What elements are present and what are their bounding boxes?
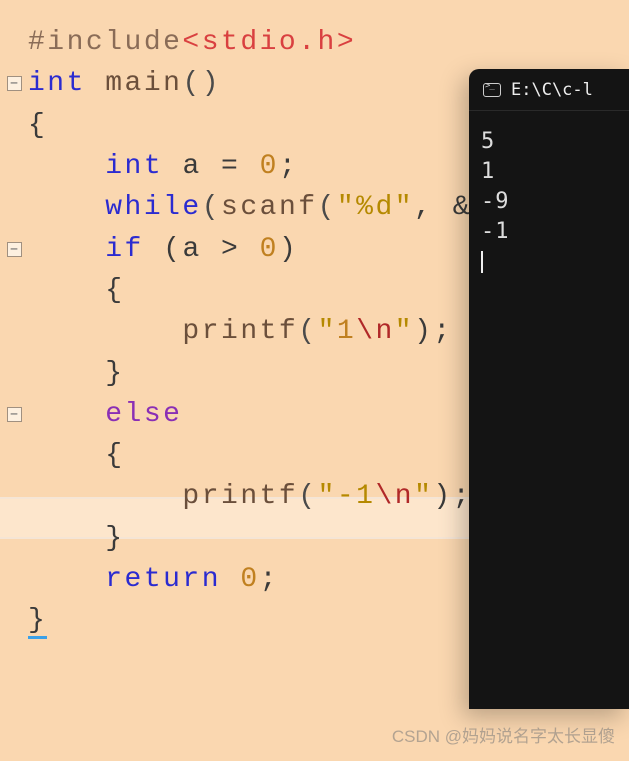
escape: \n [356,316,395,347]
brace: { [105,440,124,471]
keyword: int [105,151,182,182]
keyword: while [105,192,202,223]
quote: " [318,481,337,512]
string-num: 1 [337,316,356,347]
parens: () [182,68,221,99]
quote: " [395,316,414,347]
fold-toggle[interactable]: − [7,242,22,257]
number: 0 [240,564,259,595]
brace: } [105,523,124,554]
quote: " [414,481,433,512]
term-line: -9 [481,189,510,214]
semicolon: ; [260,564,279,595]
function-name: printf [182,316,298,347]
keyword: if [105,234,163,265]
terminal-window[interactable]: E:\C\c-l 5 1 -9 -1 [469,69,629,709]
function-name: printf [182,481,298,512]
paren: ( [202,192,221,223]
paren: ( [298,481,317,512]
terminal-path: E:\C\c-l [511,80,593,100]
number: 0 [260,234,279,265]
term-line: -1 [481,219,510,244]
brace: { [105,275,124,306]
brace: } [28,605,47,639]
keyword: return [105,564,240,595]
brace: } [105,358,124,389]
code-line[interactable]: #include<stdio.h> [0,22,629,63]
include-header: <stdio.h> [182,27,356,58]
keyword: else [105,399,182,430]
fold-toggle[interactable]: − [7,407,22,422]
term-line: 5 [481,129,495,154]
string: "%d" [337,192,414,223]
keyword: int [28,68,105,99]
paren: ); [414,316,453,347]
terminal-cursor [481,251,483,273]
preprocessor: #include [28,27,182,58]
terminal-icon [483,83,501,97]
number: 0 [260,151,279,182]
terminal-output[interactable]: 5 1 -9 -1 [469,111,629,293]
fold-toggle[interactable]: − [7,76,22,91]
escape: \n [375,481,414,512]
semicolon: ; [279,151,298,182]
condition: (a > [163,234,260,265]
paren: ( [318,192,337,223]
paren: ( [298,316,317,347]
brace: { [28,110,47,141]
paren: ) [279,234,298,265]
string-text: -1 [337,481,376,512]
identifier: a [182,151,221,182]
quote: " [318,316,337,347]
function-name: main [105,68,182,99]
term-line: 1 [481,159,495,184]
terminal-titlebar[interactable]: E:\C\c-l [469,69,629,111]
function-name: scanf [221,192,318,223]
operator: = [221,151,260,182]
paren: ); [433,481,472,512]
watermark: CSDN @妈妈说名字太长显傻 [392,722,615,747]
